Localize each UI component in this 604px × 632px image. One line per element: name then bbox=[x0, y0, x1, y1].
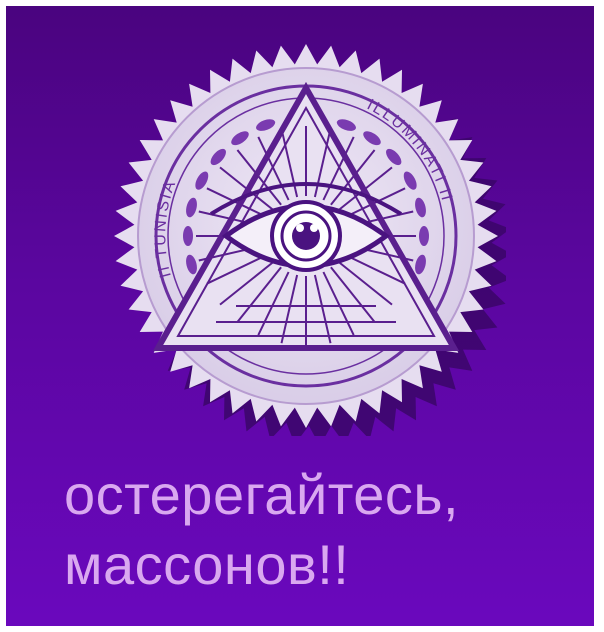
caption-line-2: массонов!! bbox=[64, 533, 350, 596]
poster-card: II TUNISIA ILLUMINATI II остерегайтесь, … bbox=[6, 6, 594, 626]
laurel-leaf bbox=[183, 226, 193, 246]
illuminati-seal-icon: II TUNISIA ILLUMINATI II bbox=[114, 44, 506, 436]
laurel-leaf bbox=[419, 226, 429, 246]
warning-caption: остерегайтесь, массонов!! bbox=[64, 460, 584, 600]
caption-line-1: остерегайтесь, bbox=[64, 463, 460, 526]
